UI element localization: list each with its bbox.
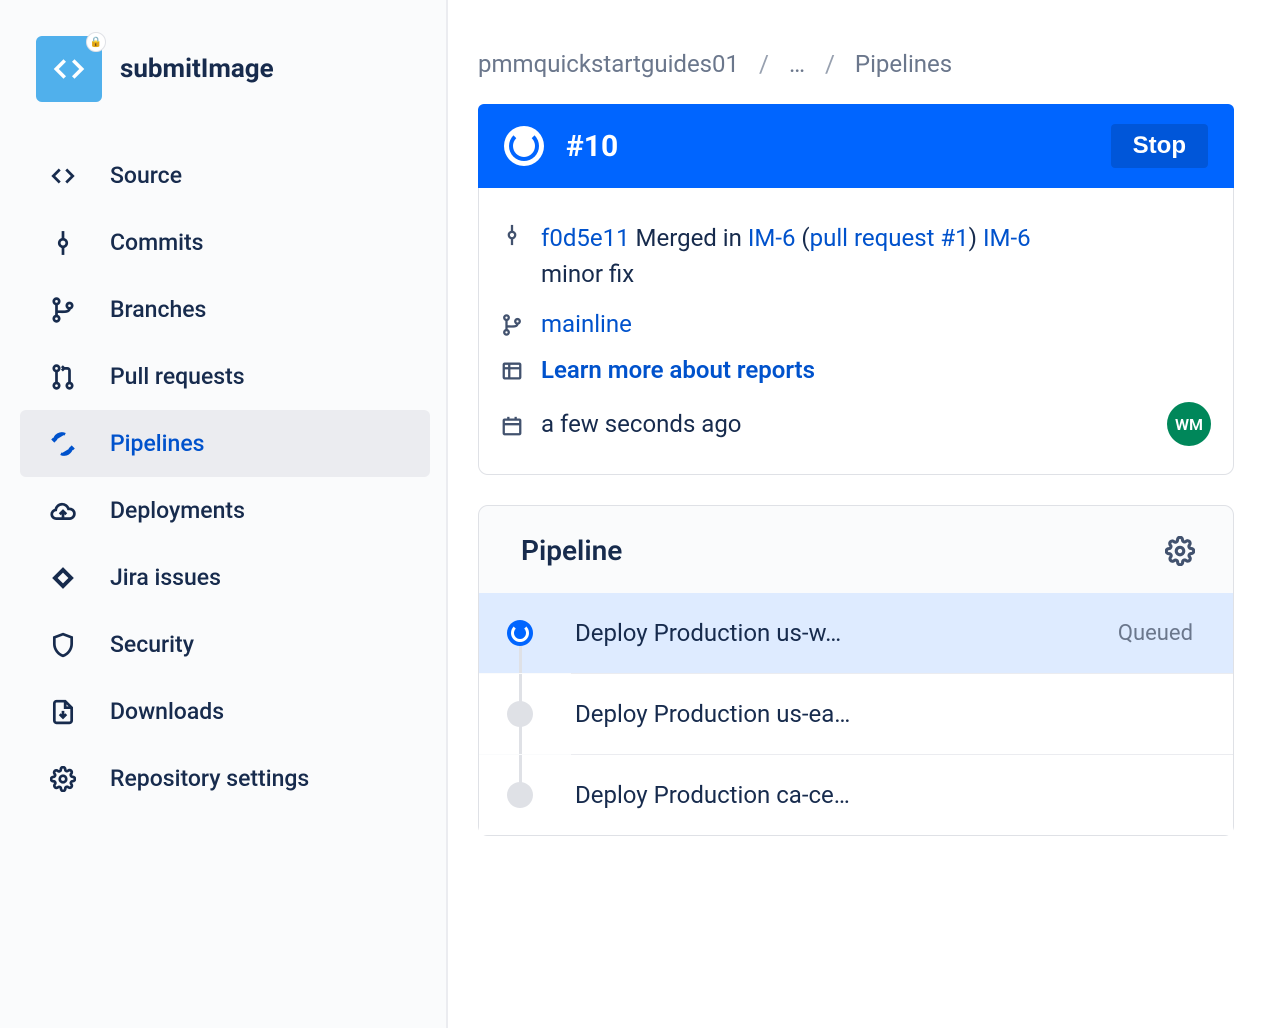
sidebar-item-pipelines[interactable]: Pipelines xyxy=(20,410,430,477)
download-icon xyxy=(50,699,76,725)
sidebar-item-label: Pull requests xyxy=(110,363,245,390)
sidebar-item-label: Repository settings xyxy=(110,765,309,792)
issue-link[interactable]: IM-6 xyxy=(748,224,796,252)
pipeline-info-card: f0d5e11 Merged in IM-6 (pull request #1)… xyxy=(478,188,1234,475)
shield-icon xyxy=(50,632,76,658)
repo-header: 🔒 submitImage xyxy=(0,36,446,142)
pipeline-step[interactable]: Deploy Production ca-ce… xyxy=(479,755,1233,835)
stop-button[interactable]: Stop xyxy=(1111,124,1208,168)
step-name: Deploy Production us-w… xyxy=(575,619,1118,647)
commit-hash-link[interactable]: f0d5e11 xyxy=(541,224,630,252)
pipeline-step[interactable]: Deploy Production us-ea… xyxy=(479,674,1233,754)
pipeline-number: #10 xyxy=(566,129,1089,164)
branch-icon xyxy=(501,314,523,336)
running-icon xyxy=(504,126,544,166)
pipeline-step[interactable]: Deploy Production us-w… Queued xyxy=(479,593,1233,673)
repo-icon[interactable]: 🔒 xyxy=(36,36,102,102)
commit-icon xyxy=(50,230,76,256)
gear-icon[interactable] xyxy=(1165,536,1195,566)
branch-link[interactable]: mainline xyxy=(541,310,632,338)
pipeline-steps-section: Pipeline Deploy Production us-w… Queued … xyxy=(478,505,1234,836)
sidebar-item-source[interactable]: Source xyxy=(20,142,430,209)
time-text: a few seconds ago xyxy=(541,410,742,438)
jira-icon xyxy=(50,565,76,591)
pr-link[interactable]: pull request #1 xyxy=(810,224,969,252)
calendar-icon xyxy=(501,415,523,437)
sidebar-item-label: Branches xyxy=(110,296,206,323)
breadcrumb-separator: / xyxy=(759,50,769,78)
breadcrumb-ellipsis[interactable]: … xyxy=(789,50,805,78)
issue-link[interactable]: IM-6 xyxy=(983,224,1031,252)
branch-icon xyxy=(50,297,76,323)
reports-icon xyxy=(501,360,523,382)
sidebar-item-downloads[interactable]: Downloads xyxy=(20,678,430,745)
sidebar-item-label: Security xyxy=(110,631,194,658)
pipeline-section-title: Pipeline xyxy=(521,534,622,567)
lock-icon: 🔒 xyxy=(86,32,106,52)
breadcrumb-root[interactable]: pmmquickstartguides01 xyxy=(478,50,739,78)
step-status-pending-icon xyxy=(507,701,533,727)
step-status-pending-icon xyxy=(507,782,533,808)
sidebar-item-label: Pipelines xyxy=(110,430,204,457)
breadcrumb: pmmquickstartguides01 / … / Pipelines xyxy=(478,50,1234,78)
sidebar-item-security[interactable]: Security xyxy=(20,611,430,678)
sidebar-item-jira-issues[interactable]: Jira issues xyxy=(20,544,430,611)
breadcrumb-current[interactable]: Pipelines xyxy=(855,50,952,78)
sidebar-item-deployments[interactable]: Deployments xyxy=(20,477,430,544)
pipeline-header: #10 Stop xyxy=(478,104,1234,188)
pullreq-icon xyxy=(50,364,76,390)
pipeline-steps-header: Pipeline xyxy=(479,534,1233,593)
sidebar-item-commits[interactable]: Commits xyxy=(20,209,430,276)
commit-message: f0d5e11 Merged in IM-6 (pull request #1)… xyxy=(541,220,1211,292)
breadcrumb-separator: / xyxy=(825,50,835,78)
code-icon xyxy=(50,163,76,189)
reports-link[interactable]: Learn more about reports xyxy=(541,356,815,384)
pipeline-icon xyxy=(50,431,76,457)
sidebar-item-label: Commits xyxy=(110,229,204,256)
sidebar-item-label: Deployments xyxy=(110,497,245,524)
step-status-running-icon xyxy=(507,620,533,646)
sidebar-item-branches[interactable]: Branches xyxy=(20,276,430,343)
reports-row: Learn more about reports xyxy=(501,356,1211,384)
nav-list: Source Commits Branches Pull requests Pi… xyxy=(0,142,446,812)
step-state: Queued xyxy=(1118,621,1193,646)
avatar[interactable]: WM xyxy=(1167,402,1211,446)
branch-row: mainline xyxy=(501,310,1211,338)
cloud-icon xyxy=(50,498,76,524)
gear-icon xyxy=(50,766,76,792)
sidebar: 🔒 submitImage Source Commits Branches Pu… xyxy=(0,0,448,1028)
sidebar-item-pull-requests[interactable]: Pull requests xyxy=(20,343,430,410)
main-content: pmmquickstartguides01 / … / Pipelines #1… xyxy=(448,0,1264,1028)
repo-name[interactable]: submitImage xyxy=(120,54,274,84)
step-name: Deploy Production us-ea… xyxy=(575,700,1193,728)
time-row: a few seconds ago WM xyxy=(501,402,1211,446)
sidebar-item-repository-settings[interactable]: Repository settings xyxy=(20,745,430,812)
sidebar-item-label: Source xyxy=(110,162,182,189)
sidebar-item-label: Jira issues xyxy=(110,564,221,591)
sidebar-item-label: Downloads xyxy=(110,698,224,725)
commit-icon xyxy=(501,224,523,246)
commit-row: f0d5e11 Merged in IM-6 (pull request #1)… xyxy=(501,220,1211,292)
step-name: Deploy Production ca-ce… xyxy=(575,781,1193,809)
